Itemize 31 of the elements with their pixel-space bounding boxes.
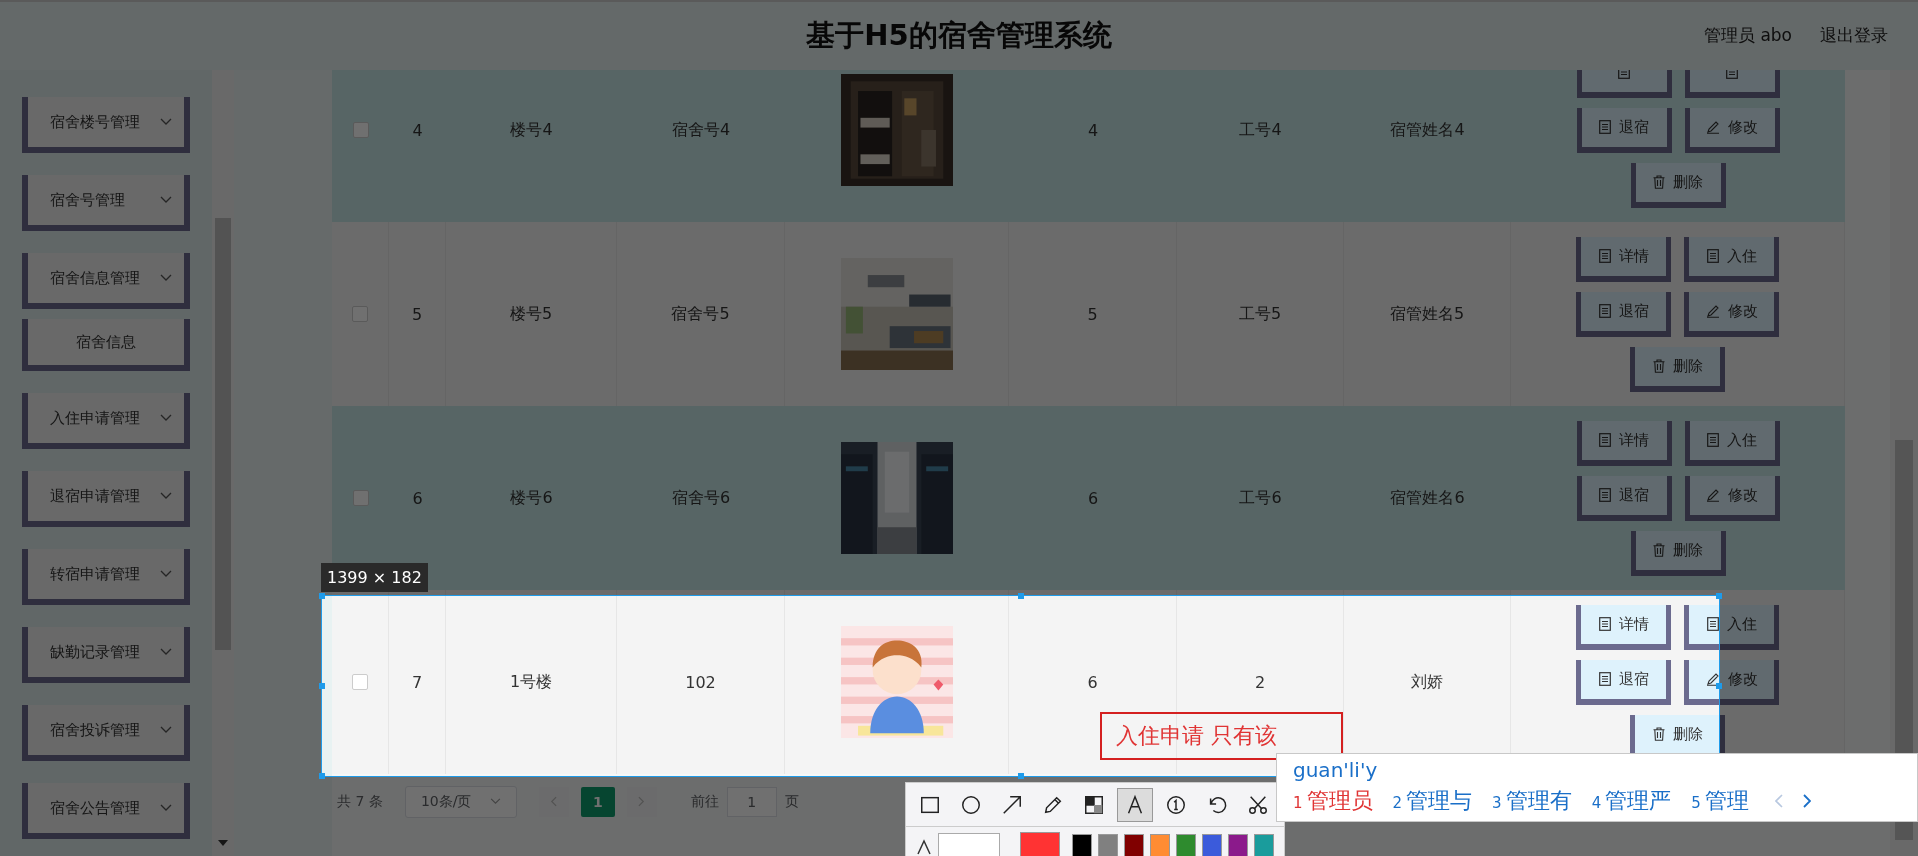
table-cell: 4	[1087, 120, 1099, 140]
table-cell: 5	[1087, 304, 1098, 324]
table-cell: 楼号4	[510, 119, 553, 141]
goto-label: 前往	[690, 792, 719, 811]
table-cell: 7	[411, 672, 423, 692]
app-title: 基于H5的宿舍管理系统	[806, 17, 1112, 54]
table-cell: 6	[1087, 672, 1098, 692]
table-cell: 宿管姓名4	[1390, 119, 1465, 141]
table-cell: 工号6	[1239, 487, 1282, 509]
ime-composition: guan'li'y	[1293, 758, 1379, 782]
table-cell: 5	[411, 304, 423, 324]
table-cell: 6	[1087, 488, 1099, 508]
table-cell: 宿舍号6	[671, 487, 731, 509]
table-cell: 6	[412, 488, 423, 508]
user-name: 管理员 abo	[1704, 24, 1792, 47]
table-cell: 工号4	[1239, 119, 1282, 141]
table-cell: 宿舍号4	[671, 119, 731, 141]
table-cell: 楼号5	[509, 303, 553, 325]
table-cell: 工号5	[1238, 303, 1282, 325]
page-suffix: 页	[784, 792, 799, 811]
table-cell: 102	[685, 672, 716, 692]
table-cell: 楼号6	[510, 487, 553, 509]
table-cell: 宿管姓名5	[1389, 303, 1465, 325]
table-cell: 刘娇	[1411, 671, 1443, 693]
total-count: 共 7 条	[337, 792, 383, 811]
table-cell: 宿管姓名6	[1390, 487, 1465, 509]
size-label: 1399 × 182	[321, 563, 428, 592]
table-cell: 2	[1254, 672, 1266, 692]
table-cell: 1号楼	[509, 671, 553, 693]
table-cell: 4	[412, 120, 423, 140]
table-cell: 宿舍号5	[671, 303, 730, 325]
